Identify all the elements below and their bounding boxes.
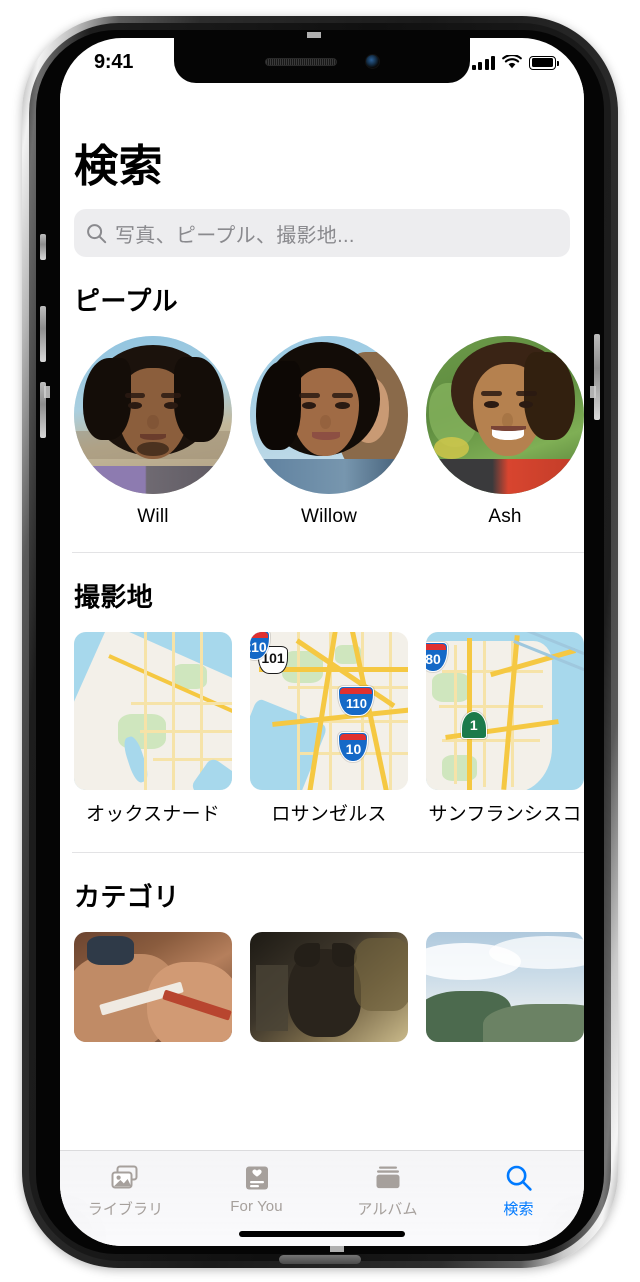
status-bar-indicators [471, 55, 559, 70]
section-title-people: ピープル [74, 286, 179, 316]
section-categories: カテゴリ [60, 853, 584, 1042]
place-card[interactable]: 101 210 10 110 ロサンゼルス [250, 632, 408, 828]
person-card[interactable]: Will [74, 336, 232, 528]
place-map-thumbnail[interactable]: 80 1 [426, 632, 584, 790]
category-thumbnail[interactable] [250, 931, 408, 1042]
place-name: サンフランシスコ [428, 804, 582, 825]
section-title-categories: カテゴリ [74, 881, 180, 912]
section-title-places: 撮影地 [74, 582, 154, 612]
place-map-thumbnail[interactable]: 101 210 10 110 [250, 632, 408, 790]
person-card[interactable]: Ash [426, 336, 584, 528]
antenna-seam-bottom [330, 1246, 344, 1252]
section-places: 撮影地 オックスナード 101 10 10 110 ロサンゼルス 80 1 サン… [60, 553, 584, 828]
category-thumbnail[interactable] [426, 931, 584, 1042]
search-scroll-content[interactable]: 検索 写真、ピープル、撮影地... ピープル Will Willow Ash 撮… [60, 83, 584, 1246]
signal-bars-icon [471, 55, 495, 70]
silent-switch-button[interactable] [40, 234, 46, 260]
person-avatar[interactable] [426, 336, 584, 494]
tab-library[interactable]: ライブラリ [60, 1159, 191, 1246]
search-bar-container: 写真、ピープル、撮影地... [60, 189, 584, 257]
place-name: ロサンゼルス [271, 804, 387, 825]
side-power-button[interactable] [594, 334, 600, 420]
home-indicator[interactable] [239, 1231, 405, 1237]
person-avatar[interactable] [250, 336, 408, 494]
place-name: オックスナード [86, 804, 220, 825]
page-title: 検索 [74, 142, 163, 191]
display-notch [174, 38, 470, 83]
person-name: Ash [488, 506, 522, 527]
wifi-icon [502, 55, 522, 69]
screenshot-root: 9:41 検索 写真、ピープル、撮影地... ピープル Will Willow … [0, 0, 640, 1282]
status-bar-time: 9:41 [94, 51, 134, 73]
search-input[interactable]: 写真、ピープル、撮影地... [74, 209, 570, 257]
tab-label: For You [230, 1198, 283, 1215]
for-you-card-icon [244, 1163, 270, 1193]
battery-icon [529, 55, 559, 70]
person-card[interactable]: Willow [250, 336, 408, 528]
albums-folder-icon [374, 1163, 402, 1193]
antenna-seam-left [44, 386, 50, 398]
earpiece-speaker-icon [264, 57, 337, 66]
categories-carousel[interactable] [60, 914, 584, 1042]
front-camera-icon [364, 54, 380, 69]
tab-search[interactable]: 検索 [453, 1159, 584, 1246]
tab-label: 検索 [503, 1201, 534, 1218]
tab-label: アルバム [357, 1201, 418, 1218]
person-name: Will [137, 506, 169, 527]
place-card[interactable]: オックスナード [74, 632, 232, 828]
search-placeholder-text: 写真、ピープル、撮影地... [115, 224, 355, 247]
person-avatar[interactable] [74, 336, 232, 494]
category-thumbnail[interactable] [74, 931, 232, 1042]
category-card[interactable] [426, 931, 584, 1042]
tab-label: ライブラリ [87, 1201, 164, 1218]
category-card[interactable] [250, 931, 408, 1042]
search-icon [87, 223, 107, 243]
places-carousel[interactable]: オックスナード 101 10 10 110 ロサンゼルス 80 1 サンフランシ… [60, 614, 584, 828]
phone-screen: 9:41 検索 写真、ピープル、撮影地... ピープル Will Willow … [60, 38, 584, 1246]
person-name: Willow [300, 506, 358, 527]
lightning-port [279, 1255, 361, 1264]
antenna-seam-right [590, 386, 596, 398]
place-card[interactable]: 80 1 サンフランシスコ [426, 632, 584, 828]
search-icon [505, 1163, 533, 1193]
people-carousel[interactable]: Will Willow Ash [60, 318, 584, 528]
photos-library-icon [111, 1163, 141, 1193]
volume-up-button[interactable] [40, 306, 46, 362]
place-map-thumbnail[interactable] [74, 632, 232, 790]
route-shield-1: 1 [460, 711, 487, 739]
category-card[interactable] [74, 931, 232, 1042]
section-people: ピープル Will Willow Ash [60, 257, 584, 528]
